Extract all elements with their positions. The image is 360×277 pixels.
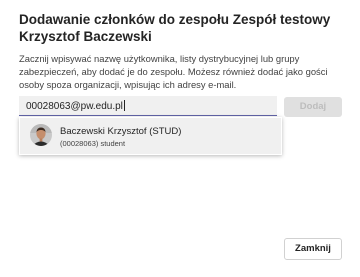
suggestion-dropdown: Baczewski Krzysztof (STUD) (00028063) st… [19, 117, 282, 155]
add-button[interactable]: Dodaj [284, 97, 342, 117]
suggestion-subtitle: (00028063) student [60, 139, 126, 148]
suggestion-item[interactable]: Baczewski Krzysztof (STUD) (00028063) st… [20, 118, 281, 154]
text-caret [123, 100, 125, 111]
add-members-dialog: Dodawanie członków do zespołu Zespół tes… [0, 0, 360, 277]
input-value: 00028063@pw.edu.pl [26, 101, 123, 112]
member-search-input[interactable]: 00028063@pw.edu.pl [19, 96, 277, 116]
avatar [30, 124, 52, 146]
suggestion-name: Baczewski Krzysztof (STUD) [60, 126, 182, 137]
close-button[interactable]: Zamknij [284, 238, 342, 260]
dialog-description: Zacznij wpisywać nazwę użytkownika, list… [19, 53, 328, 90]
dialog-title: Dodawanie członków do zespołu Zespół tes… [19, 12, 331, 44]
